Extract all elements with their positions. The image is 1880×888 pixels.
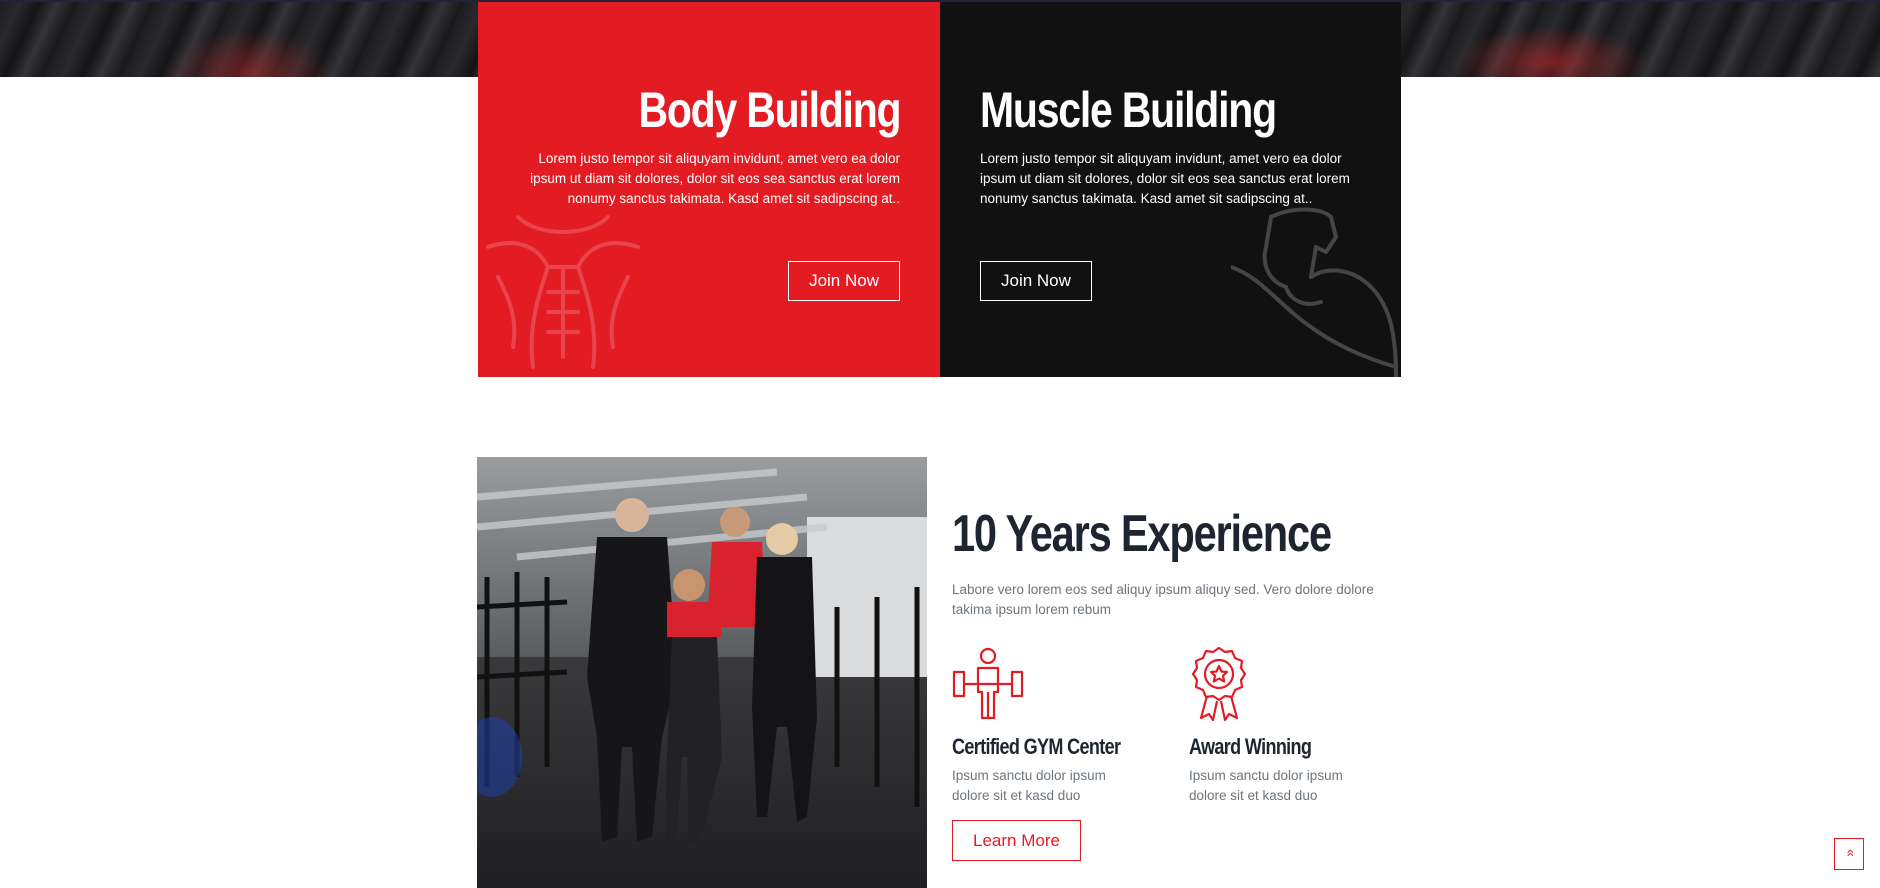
double-chevron-up-icon: »: [1840, 849, 1857, 857]
feature-text: Ipsum sanctu dolor ipsum dolore sit et k…: [952, 768, 1106, 803]
back-to-top-button[interactable]: »: [1834, 838, 1864, 870]
gym-team-photo: [477, 457, 927, 888]
feature-title: Certified GYM Center: [952, 734, 1121, 759]
learn-more-button[interactable]: Learn More: [952, 820, 1081, 861]
feature-award-winning: Award Winning Ipsum sanctu dolor ipsum d…: [1189, 646, 1389, 806]
feature-text: Ipsum sanctu dolor ipsum dolore sit et k…: [1189, 768, 1343, 803]
join-now-button[interactable]: Join Now: [788, 261, 900, 301]
feature-title: Award Winning: [1189, 734, 1312, 759]
card-title: Muscle Building: [980, 82, 1277, 138]
gym-photo-illustration: [477, 457, 927, 888]
torso-icon: [486, 215, 640, 369]
feature-certified-gym: Certified GYM Center Ipsum sanctu dolor …: [952, 646, 1152, 806]
flexed-arm-icon: [1231, 207, 1398, 377]
experience-title: 10 Years Experience: [952, 505, 1332, 563]
card-title: Body Building: [638, 82, 901, 138]
body-building-card: Body Building Lorem justo tempor sit ali…: [478, 2, 940, 377]
award-medal-icon: [1191, 646, 1247, 722]
card-text: Lorem justo tempor sit aliquyam invidunt…: [530, 151, 900, 206]
join-now-button[interactable]: Join Now: [980, 261, 1092, 301]
card-text: Lorem justo tempor sit aliquyam invidunt…: [980, 151, 1350, 206]
muscle-building-card: Muscle Building Lorem justo tempor sit a…: [940, 2, 1401, 377]
experience-description: Labore vero lorem eos sed aliquy ipsum a…: [952, 582, 1374, 617]
weightlifter-icon: [952, 647, 1024, 720]
